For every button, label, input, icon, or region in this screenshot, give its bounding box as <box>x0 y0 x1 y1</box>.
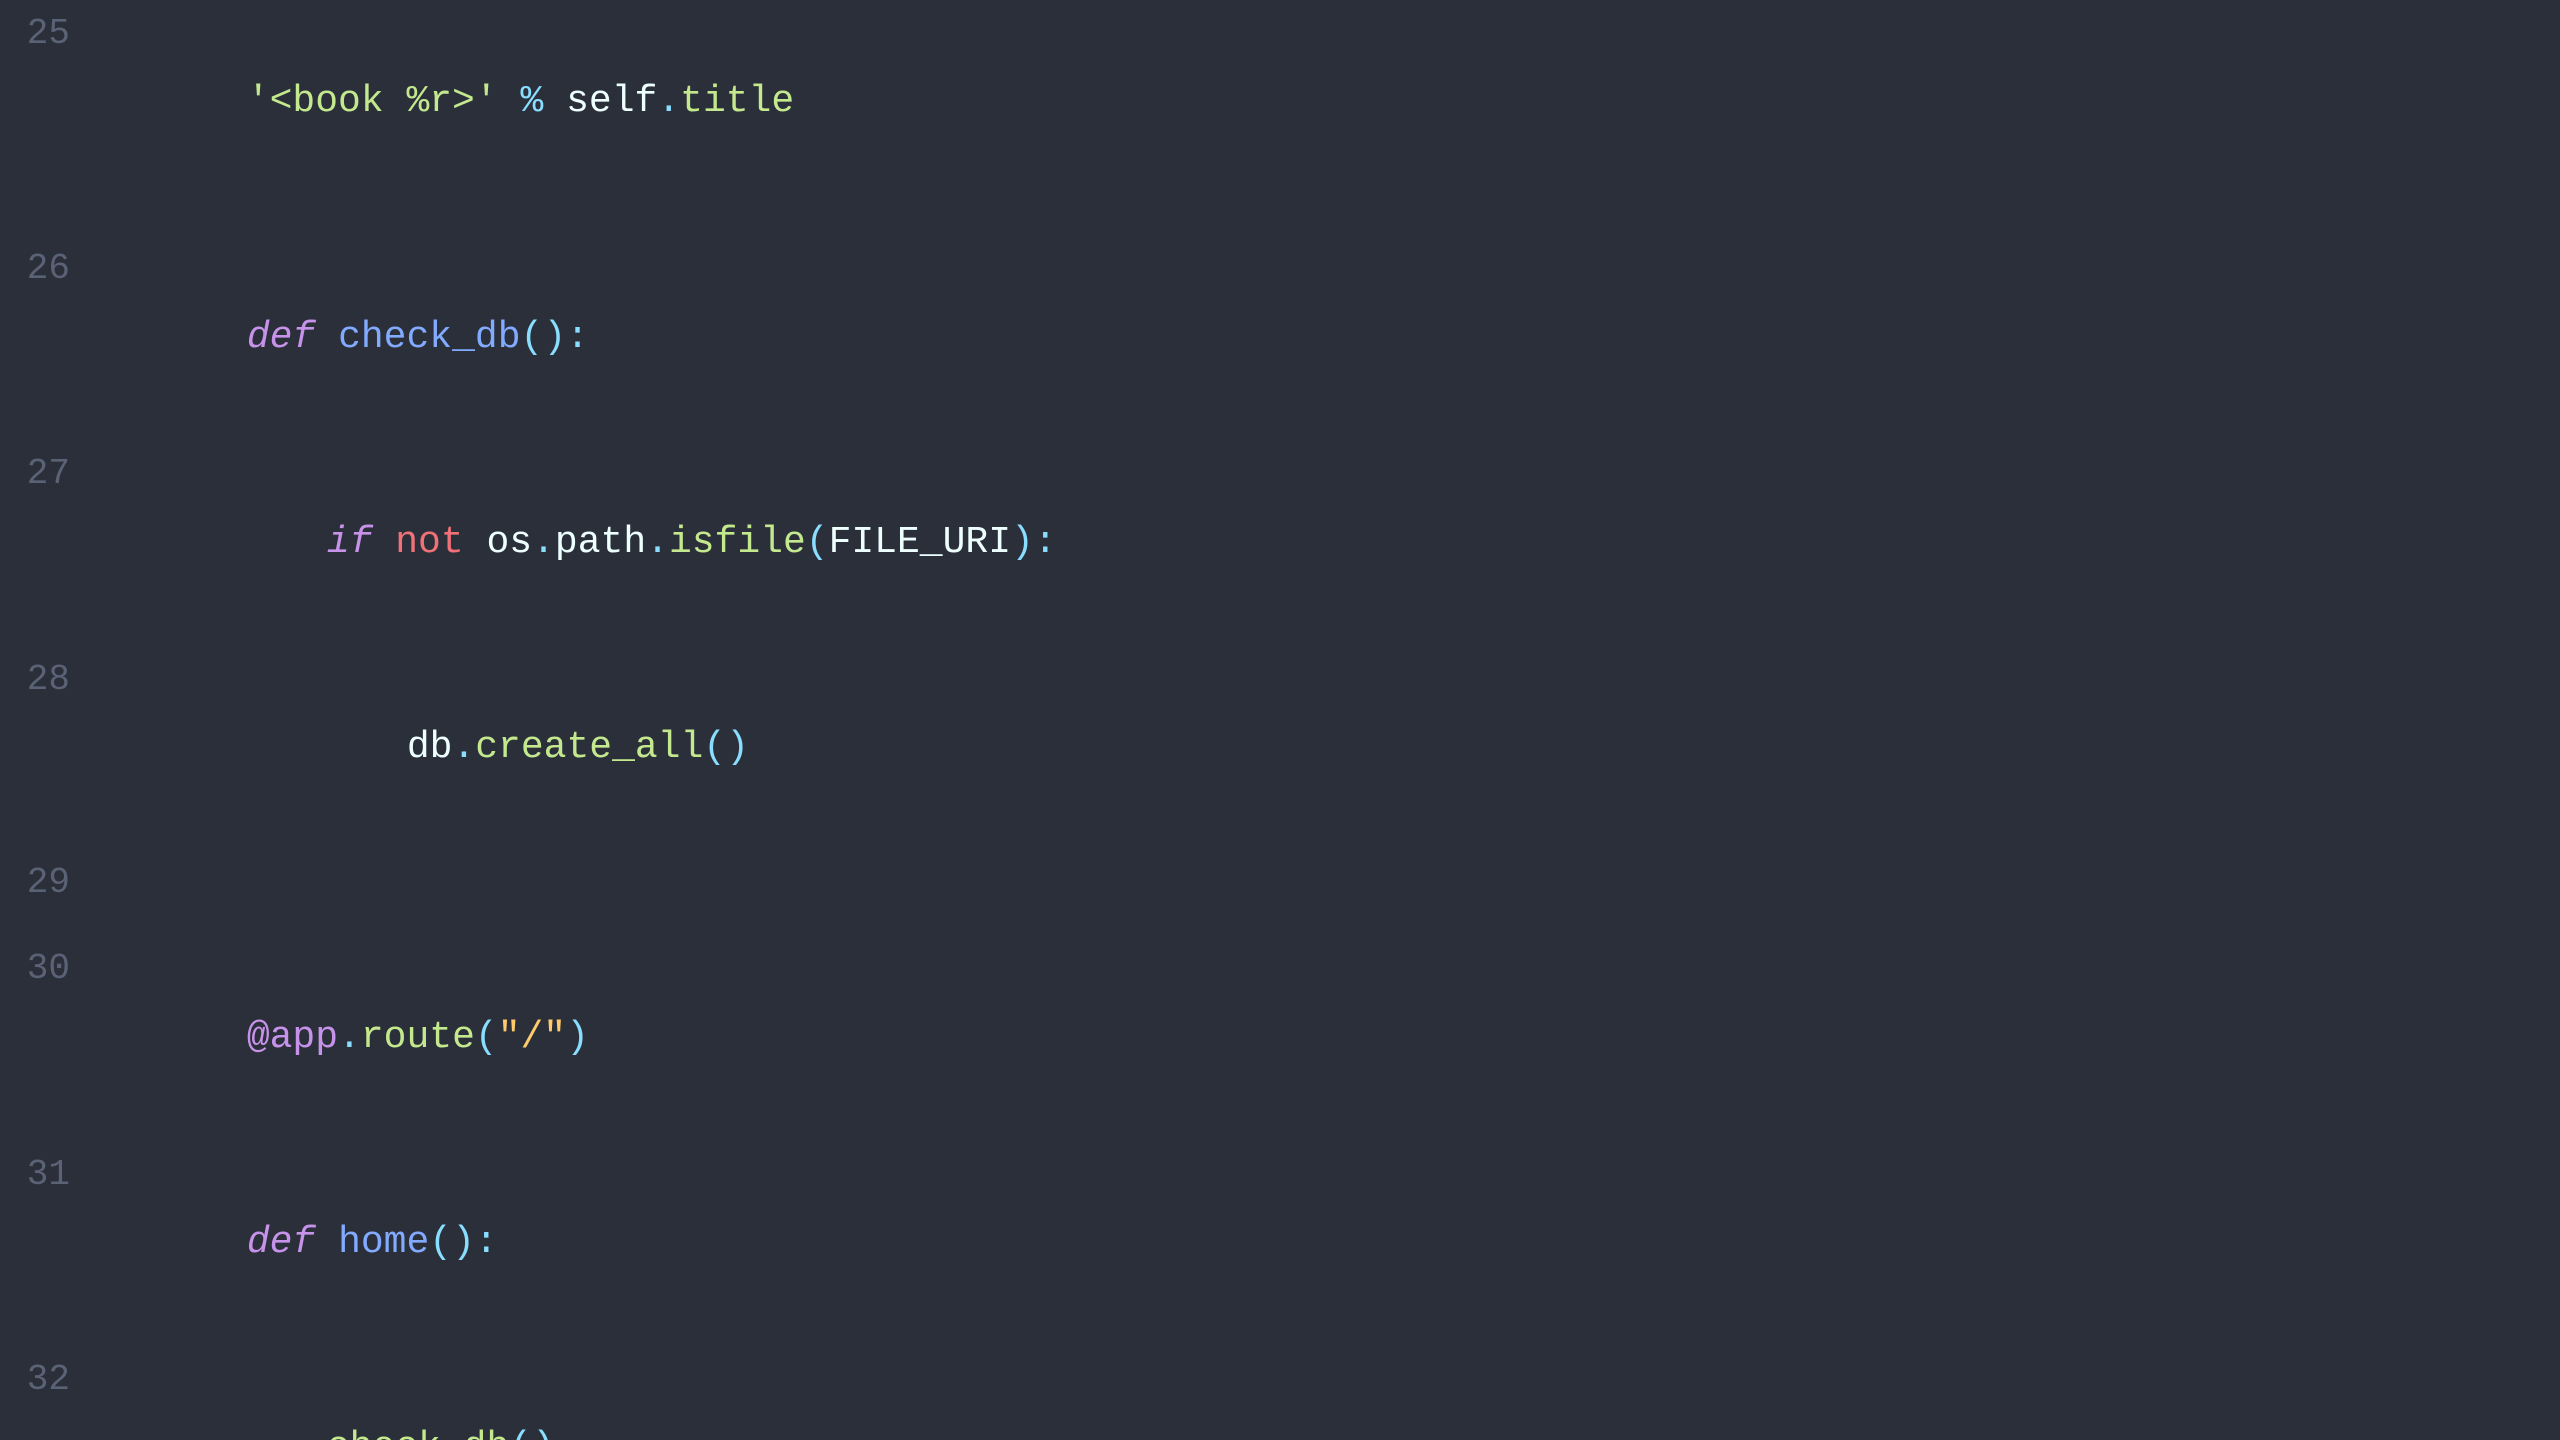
line-content-30: @app.route("/") <box>110 935 2560 1140</box>
line-content-28: db.create_all() <box>110 646 2560 851</box>
line-content-32: check_db() <box>110 1346 2560 1440</box>
line-num-31: 31 <box>0 1143 110 1208</box>
line-content-31: def home(): <box>110 1141 2560 1346</box>
line-content-27: if not os.path.isfile(FILE_URI): <box>110 440 2560 645</box>
line-content-25: '<book %r>' % self.title <box>110 0 2560 205</box>
line-num-29: 29 <box>0 851 110 916</box>
code-line-32: 32 check_db() <box>0 1346 2560 1440</box>
code-line-28: 28 db.create_all() <box>0 646 2560 851</box>
code-line-25: 25 '<book %r>' % self.title <box>0 0 2560 205</box>
line-num-32: 32 <box>0 1348 110 1413</box>
code-line-30: 30 @app.route("/") <box>0 935 2560 1140</box>
line-num-30: 30 <box>0 937 110 1002</box>
code-line-29: 29 <box>0 851 2560 916</box>
code-line-25b <box>0 205 2560 235</box>
code-line-31: 31 def home(): <box>0 1141 2560 1346</box>
code-line-27: 27 if not os.path.isfile(FILE_URI): <box>0 440 2560 645</box>
line-content-26: def check_db(): <box>110 235 2560 440</box>
code-editor: 25 '<book %r>' % self.title 26 def check… <box>0 0 2560 1440</box>
line-num-28: 28 <box>0 648 110 713</box>
code-line-26: 26 def check_db(): <box>0 235 2560 440</box>
line-num-25: 25 <box>0 2 110 67</box>
line-num-27: 27 <box>0 442 110 507</box>
line-num-26: 26 <box>0 237 110 302</box>
